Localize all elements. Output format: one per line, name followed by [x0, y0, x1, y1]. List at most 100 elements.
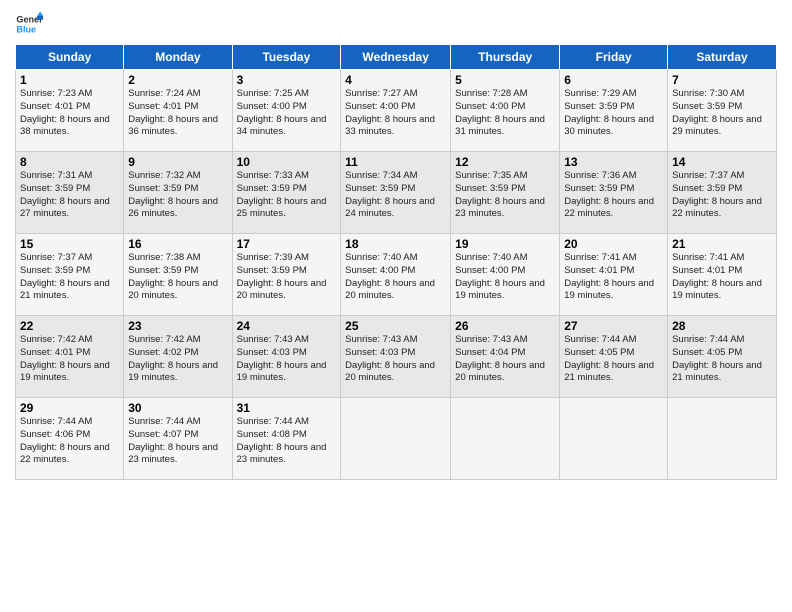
calendar-cell: 7Sunrise: 7:30 AMSunset: 3:59 PMDaylight…: [668, 70, 777, 152]
calendar-week-3: 15Sunrise: 7:37 AMSunset: 3:59 PMDayligh…: [16, 234, 777, 316]
day-number: 17: [237, 237, 337, 251]
cell-info: Sunrise: 7:30 AMSunset: 3:59 PMDaylight:…: [672, 88, 772, 139]
cell-info: Sunrise: 7:44 AMSunset: 4:05 PMDaylight:…: [564, 334, 663, 385]
cell-info: Sunrise: 7:41 AMSunset: 4:01 PMDaylight:…: [672, 252, 772, 303]
day-number: 13: [564, 155, 663, 169]
cell-info: Sunrise: 7:35 AMSunset: 3:59 PMDaylight:…: [455, 170, 555, 221]
cell-info: Sunrise: 7:42 AMSunset: 4:01 PMDaylight:…: [20, 334, 119, 385]
logo: General Blue: [15, 10, 47, 38]
cell-info: Sunrise: 7:31 AMSunset: 3:59 PMDaylight:…: [20, 170, 119, 221]
cell-info: Sunrise: 7:37 AMSunset: 3:59 PMDaylight:…: [672, 170, 772, 221]
cell-info: Sunrise: 7:34 AMSunset: 3:59 PMDaylight:…: [345, 170, 446, 221]
day-number: 12: [455, 155, 555, 169]
calendar-cell: 5Sunrise: 7:28 AMSunset: 4:00 PMDaylight…: [451, 70, 560, 152]
cell-info: Sunrise: 7:39 AMSunset: 3:59 PMDaylight:…: [237, 252, 337, 303]
calendar-cell: 1Sunrise: 7:23 AMSunset: 4:01 PMDaylight…: [16, 70, 124, 152]
day-number: 1: [20, 73, 119, 87]
calendar-cell: 29Sunrise: 7:44 AMSunset: 4:06 PMDayligh…: [16, 398, 124, 480]
calendar-cell: 30Sunrise: 7:44 AMSunset: 4:07 PMDayligh…: [124, 398, 232, 480]
weekday-saturday: Saturday: [668, 45, 777, 70]
cell-info: Sunrise: 7:37 AMSunset: 3:59 PMDaylight:…: [20, 252, 119, 303]
calendar-cell: [341, 398, 451, 480]
weekday-wednesday: Wednesday: [341, 45, 451, 70]
weekday-friday: Friday: [560, 45, 668, 70]
cell-info: Sunrise: 7:40 AMSunset: 4:00 PMDaylight:…: [345, 252, 446, 303]
cell-info: Sunrise: 7:42 AMSunset: 4:02 PMDaylight:…: [128, 334, 227, 385]
cell-info: Sunrise: 7:28 AMSunset: 4:00 PMDaylight:…: [455, 88, 555, 139]
day-number: 21: [672, 237, 772, 251]
calendar-cell: 18Sunrise: 7:40 AMSunset: 4:00 PMDayligh…: [341, 234, 451, 316]
calendar-cell: 28Sunrise: 7:44 AMSunset: 4:05 PMDayligh…: [668, 316, 777, 398]
day-number: 20: [564, 237, 663, 251]
day-number: 25: [345, 319, 446, 333]
day-number: 3: [237, 73, 337, 87]
cell-info: Sunrise: 7:44 AMSunset: 4:07 PMDaylight:…: [128, 416, 227, 467]
day-number: 27: [564, 319, 663, 333]
day-number: 31: [237, 401, 337, 415]
cell-info: Sunrise: 7:43 AMSunset: 4:03 PMDaylight:…: [237, 334, 337, 385]
calendar-cell: 9Sunrise: 7:32 AMSunset: 3:59 PMDaylight…: [124, 152, 232, 234]
weekday-header-row: SundayMondayTuesdayWednesdayThursdayFrid…: [16, 45, 777, 70]
day-number: 28: [672, 319, 772, 333]
calendar-cell: 8Sunrise: 7:31 AMSunset: 3:59 PMDaylight…: [16, 152, 124, 234]
calendar-cell: [560, 398, 668, 480]
day-number: 2: [128, 73, 227, 87]
calendar-cell: 31Sunrise: 7:44 AMSunset: 4:08 PMDayligh…: [232, 398, 341, 480]
day-number: 7: [672, 73, 772, 87]
calendar-cell: 11Sunrise: 7:34 AMSunset: 3:59 PMDayligh…: [341, 152, 451, 234]
cell-info: Sunrise: 7:23 AMSunset: 4:01 PMDaylight:…: [20, 88, 119, 139]
cell-info: Sunrise: 7:44 AMSunset: 4:06 PMDaylight:…: [20, 416, 119, 467]
calendar-cell: 14Sunrise: 7:37 AMSunset: 3:59 PMDayligh…: [668, 152, 777, 234]
svg-text:Blue: Blue: [16, 24, 36, 34]
calendar-cell: 17Sunrise: 7:39 AMSunset: 3:59 PMDayligh…: [232, 234, 341, 316]
calendar-cell: [451, 398, 560, 480]
cell-info: Sunrise: 7:43 AMSunset: 4:03 PMDaylight:…: [345, 334, 446, 385]
cell-info: Sunrise: 7:44 AMSunset: 4:08 PMDaylight:…: [237, 416, 337, 467]
calendar-cell: 25Sunrise: 7:43 AMSunset: 4:03 PMDayligh…: [341, 316, 451, 398]
cell-info: Sunrise: 7:29 AMSunset: 3:59 PMDaylight:…: [564, 88, 663, 139]
day-number: 9: [128, 155, 227, 169]
cell-info: Sunrise: 7:44 AMSunset: 4:05 PMDaylight:…: [672, 334, 772, 385]
day-number: 19: [455, 237, 555, 251]
weekday-sunday: Sunday: [16, 45, 124, 70]
cell-info: Sunrise: 7:33 AMSunset: 3:59 PMDaylight:…: [237, 170, 337, 221]
day-number: 8: [20, 155, 119, 169]
day-number: 30: [128, 401, 227, 415]
weekday-monday: Monday: [124, 45, 232, 70]
calendar-cell: [668, 398, 777, 480]
calendar-week-1: 1Sunrise: 7:23 AMSunset: 4:01 PMDaylight…: [16, 70, 777, 152]
cell-info: Sunrise: 7:43 AMSunset: 4:04 PMDaylight:…: [455, 334, 555, 385]
cell-info: Sunrise: 7:25 AMSunset: 4:00 PMDaylight:…: [237, 88, 337, 139]
calendar-cell: 23Sunrise: 7:42 AMSunset: 4:02 PMDayligh…: [124, 316, 232, 398]
calendar-cell: 10Sunrise: 7:33 AMSunset: 3:59 PMDayligh…: [232, 152, 341, 234]
day-number: 16: [128, 237, 227, 251]
calendar-cell: 16Sunrise: 7:38 AMSunset: 3:59 PMDayligh…: [124, 234, 232, 316]
calendar-week-2: 8Sunrise: 7:31 AMSunset: 3:59 PMDaylight…: [16, 152, 777, 234]
day-number: 6: [564, 73, 663, 87]
calendar-cell: 27Sunrise: 7:44 AMSunset: 4:05 PMDayligh…: [560, 316, 668, 398]
day-number: 14: [672, 155, 772, 169]
calendar-cell: 15Sunrise: 7:37 AMSunset: 3:59 PMDayligh…: [16, 234, 124, 316]
page-container: General Blue SundayMondayTuesdayWednesda…: [0, 0, 792, 490]
calendar-cell: 26Sunrise: 7:43 AMSunset: 4:04 PMDayligh…: [451, 316, 560, 398]
weekday-thursday: Thursday: [451, 45, 560, 70]
calendar-cell: 22Sunrise: 7:42 AMSunset: 4:01 PMDayligh…: [16, 316, 124, 398]
cell-info: Sunrise: 7:24 AMSunset: 4:01 PMDaylight:…: [128, 88, 227, 139]
calendar-cell: 13Sunrise: 7:36 AMSunset: 3:59 PMDayligh…: [560, 152, 668, 234]
day-number: 10: [237, 155, 337, 169]
calendar-week-5: 29Sunrise: 7:44 AMSunset: 4:06 PMDayligh…: [16, 398, 777, 480]
cell-info: Sunrise: 7:27 AMSunset: 4:00 PMDaylight:…: [345, 88, 446, 139]
calendar-cell: 21Sunrise: 7:41 AMSunset: 4:01 PMDayligh…: [668, 234, 777, 316]
cell-info: Sunrise: 7:32 AMSunset: 3:59 PMDaylight:…: [128, 170, 227, 221]
calendar-table: SundayMondayTuesdayWednesdayThursdayFrid…: [15, 44, 777, 480]
calendar-cell: 2Sunrise: 7:24 AMSunset: 4:01 PMDaylight…: [124, 70, 232, 152]
day-number: 26: [455, 319, 555, 333]
day-number: 23: [128, 319, 227, 333]
day-number: 4: [345, 73, 446, 87]
day-number: 24: [237, 319, 337, 333]
day-number: 15: [20, 237, 119, 251]
cell-info: Sunrise: 7:41 AMSunset: 4:01 PMDaylight:…: [564, 252, 663, 303]
cell-info: Sunrise: 7:40 AMSunset: 4:00 PMDaylight:…: [455, 252, 555, 303]
header: General Blue: [15, 10, 777, 38]
calendar-cell: 19Sunrise: 7:40 AMSunset: 4:00 PMDayligh…: [451, 234, 560, 316]
